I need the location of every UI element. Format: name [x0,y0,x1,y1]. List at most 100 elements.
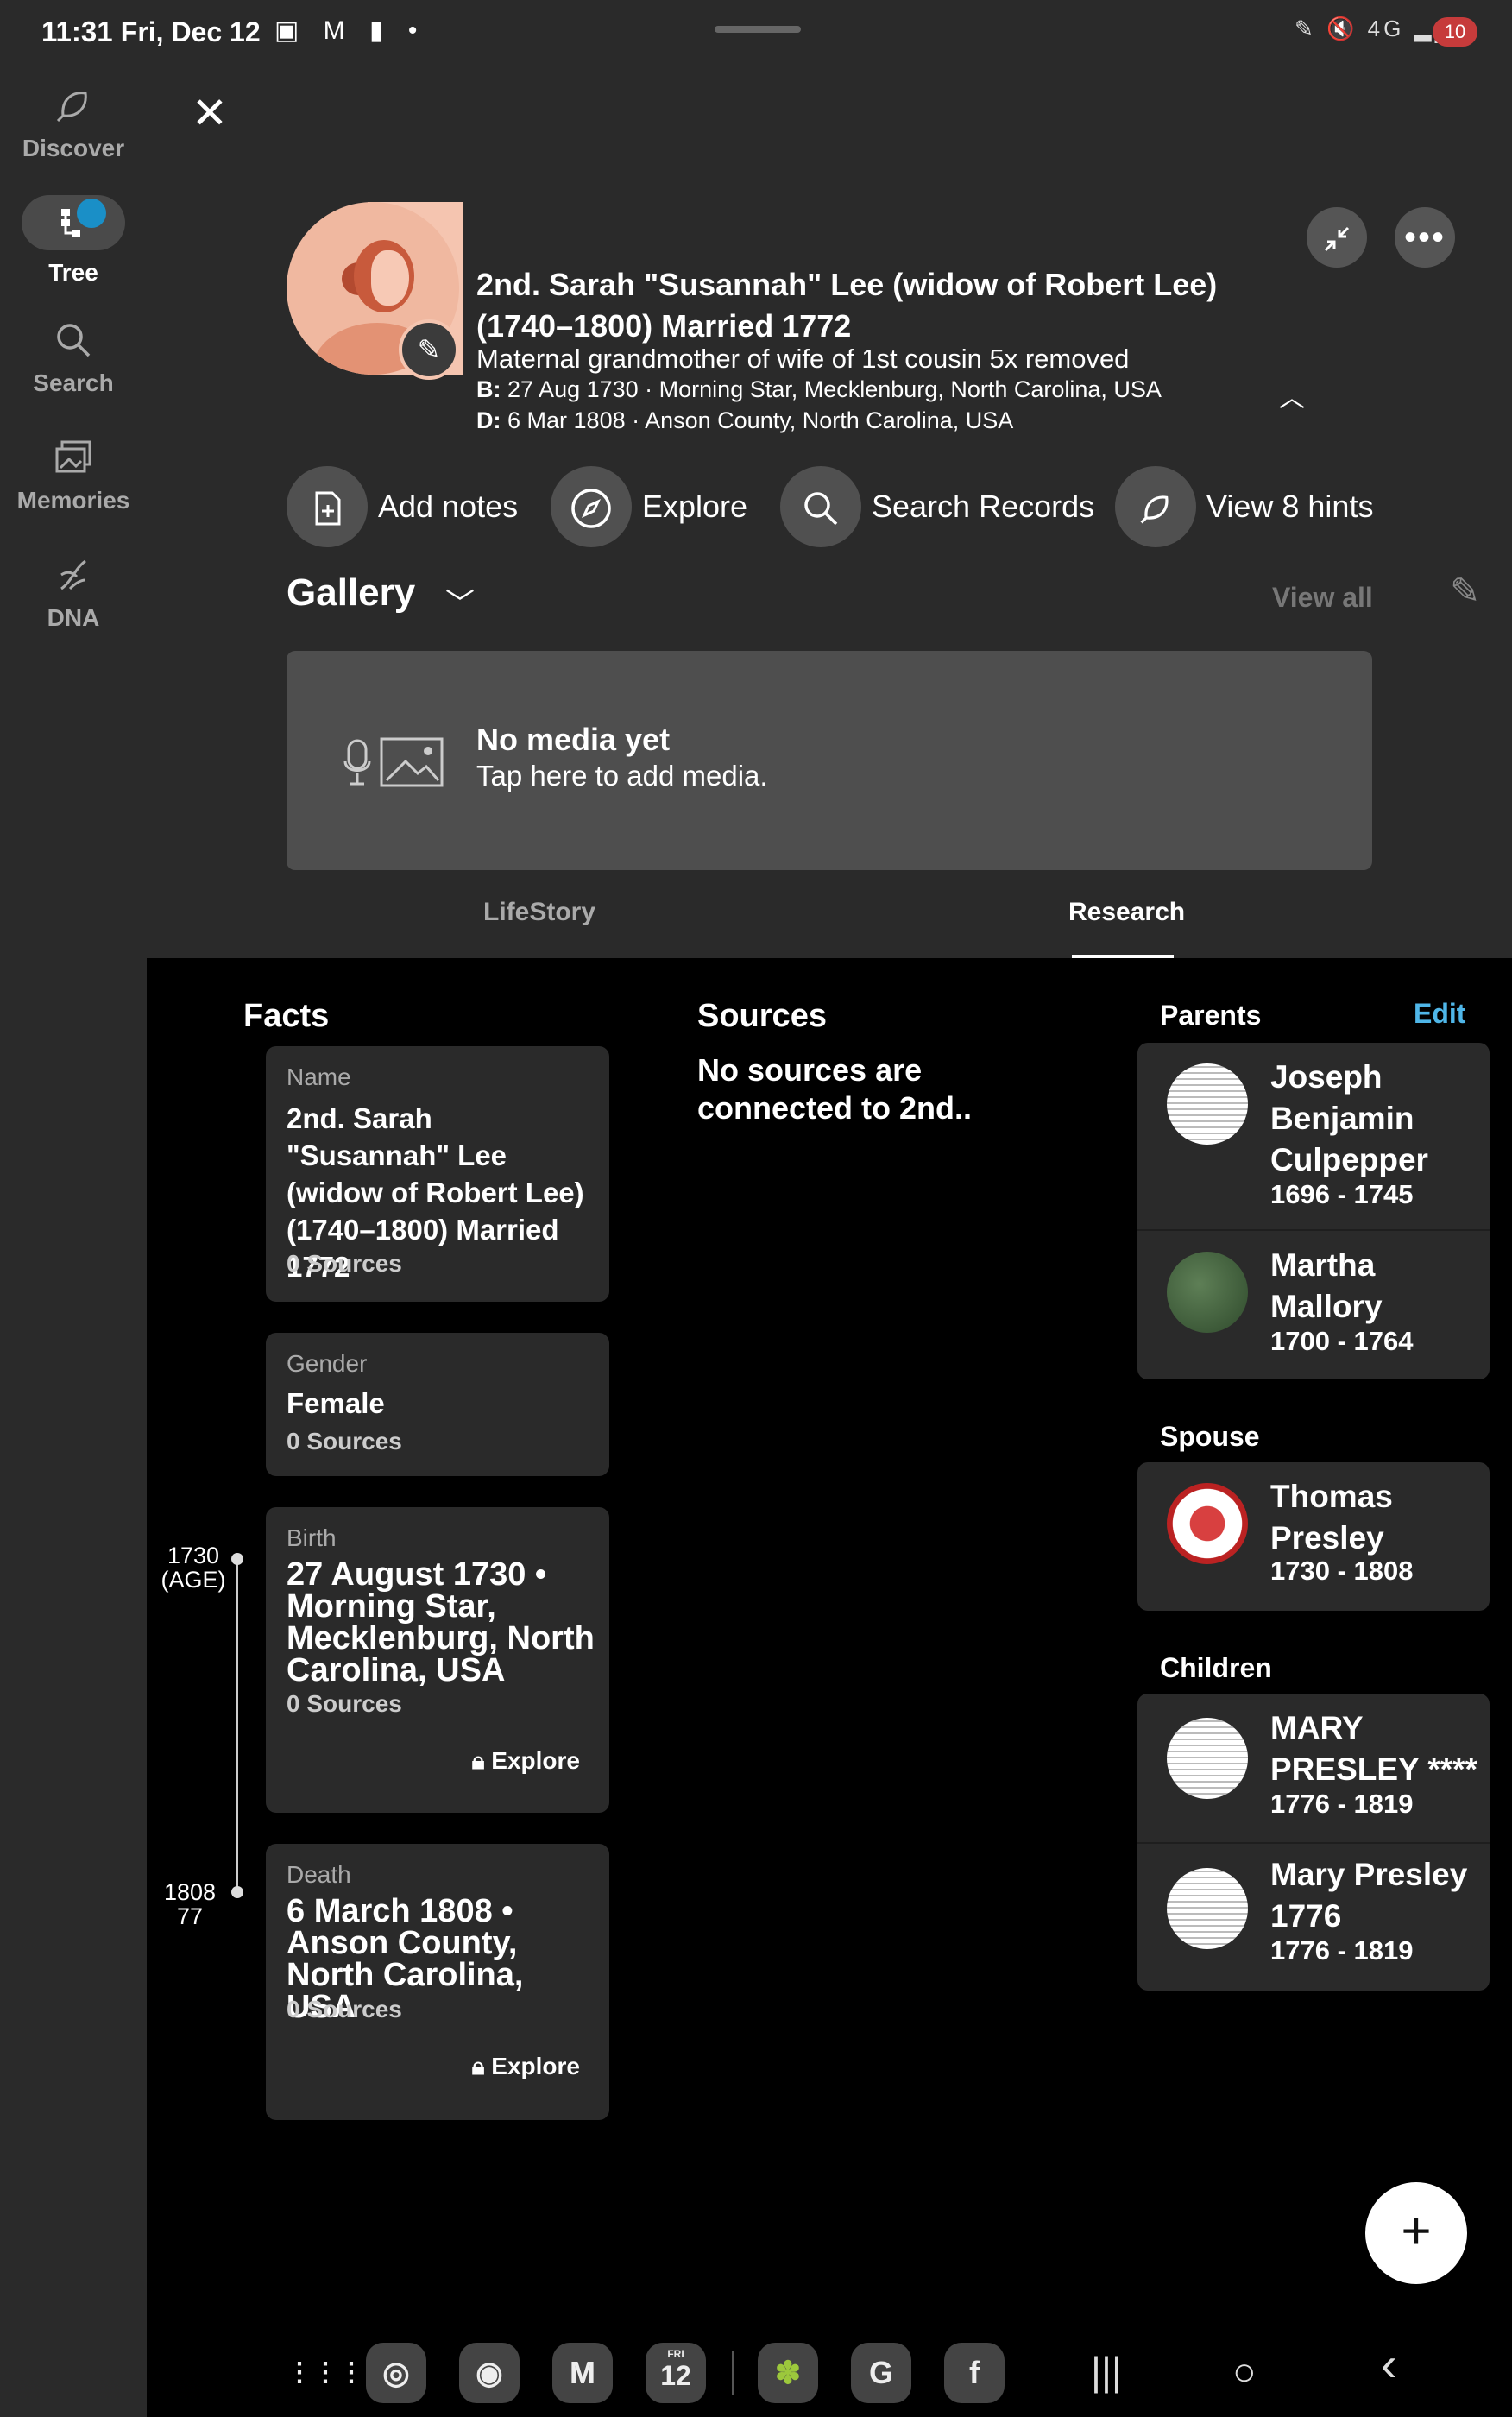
tree-badge-dot [77,199,106,228]
chrome-icon[interactable]: ◎ [366,2343,426,2403]
hint-leaf-icon [1115,466,1196,547]
collapse-button[interactable] [1307,207,1367,268]
edit-family-link[interactable]: Edit [1414,998,1465,1030]
parents-title: Parents [1160,1000,1262,1031]
fact-sources: 0 Sources [287,1428,402,1455]
no-media-subtitle: Tap here to add media. [476,760,768,792]
add-media-area[interactable]: No media yet Tap here to add media. [287,651,1372,870]
view-all-link[interactable]: View all [1272,582,1373,614]
close-button[interactable]: ✕ [192,92,228,135]
dna-icon [53,556,94,597]
left-navigation-rail: Discover Tree Search Memories DNA [0,66,147,2331]
app-drawer-icon[interactable]: ⋮⋮⋮ [287,2343,364,2403]
fact-card-gender[interactable]: Gender Female 0 Sources [266,1333,609,1476]
mother-photo [1167,1252,1248,1333]
person-name: 2nd. Sarah "Susannah" Lee (widow of Robe… [476,267,1218,344]
more-options-button[interactable]: ••• [1395,207,1455,268]
recents-button[interactable]: ||| [1091,2348,1122,2395]
home-button[interactable]: ○ [1232,2348,1257,2395]
child-row[interactable]: MARY PRESLEY **** 1776 - 1819 [1137,1694,1490,1842]
birth-summary: B: 27 Aug 1730 · Morning Star, Mecklenbu… [476,376,1162,402]
relationship-text: Maternal grandmother of wife of 1st cous… [476,344,1130,374]
rail-item-memories[interactable]: Memories [0,439,147,514]
parents-card: Joseph Benjamin Culpepper 1696 - 1745 Ma… [1137,1043,1490,1379]
chevron-down-icon[interactable]: ﹀ [445,580,475,622]
back-button[interactable]: ‹ [1381,2336,1397,2392]
battery-indicator: 10 [1433,17,1477,47]
media-placeholder-icons [338,730,459,802]
fact-label: Birth [287,1524,337,1551]
explore-button[interactable]: Explore [551,466,747,547]
ancestry-app-icon[interactable]: ✽ [758,2343,818,2403]
edit-photo-icon[interactable]: ✎ [399,319,459,380]
person-name: MARY PRESLEY **** [1270,1710,1477,1787]
status-notification-icons: ▣ M ▮ • [274,16,426,45]
spouse-photo [1167,1483,1248,1564]
fact-value: Female [287,1387,385,1419]
add-notes-button[interactable]: Add notes [287,466,518,547]
calendar-icon[interactable]: FRI 12 [646,2343,706,2403]
timeline-line [236,1559,238,1892]
lock-icon: 🔒︎ [471,1747,485,1774]
child-photo [1167,1868,1248,1949]
chevron-up-icon[interactable]: ︿ [1279,376,1305,414]
person-dates: 1730 - 1808 [1270,1556,1414,1586]
add-fab-button[interactable]: + [1365,2182,1467,2284]
person-name: Joseph Benjamin Culpepper [1270,1059,1428,1177]
gmail-icon[interactable]: M [552,2343,613,2403]
facebook-icon[interactable]: f [944,2343,1005,2403]
search-icon [53,321,94,363]
death-explore-button[interactable]: 🔒︎ Explore [472,2053,580,2081]
fact-value: 27 August 1730 • Morning Star, Mecklenbu… [287,1556,595,1688]
father-photo [1167,1063,1248,1145]
timeline-birth-year: 1730 (AGE) [161,1543,226,1593]
view-hints-button[interactable]: View 8 hints [1115,466,1373,547]
google-icon[interactable]: G [851,2343,911,2403]
status-time: 11:31 Fri, Dec 12 [41,16,261,47]
person-name: Mary Presley 1776 [1270,1857,1468,1934]
fact-card-death[interactable]: Death 6 March 1808 • Anson County, North… [266,1844,609,2120]
birth-explore-button[interactable]: 🔒︎ Explore [472,1747,580,1776]
rail-item-dna[interactable]: DNA [0,556,147,632]
tab-lifestory[interactable]: LifeStory [483,898,595,927]
facts-title: Facts [243,998,330,1034]
spouse-card[interactable]: Thomas Presley 1730 - 1808 [1137,1462,1490,1611]
rail-item-tree[interactable]: Tree [0,195,147,287]
pencil-icon[interactable]: ✎ [1450,570,1480,612]
lock-icon: 🔒︎ [471,2053,485,2079]
search-icon [780,466,861,547]
children-card: MARY PRESLEY **** 1776 - 1819 Mary Presl… [1137,1694,1490,1991]
more-dots-icon: ••• [1403,218,1446,256]
collapse-arrows-icon [1322,221,1351,254]
fact-sources: 0 Sources [287,1996,402,2023]
person-dates: 1776 - 1819 [1270,1935,1414,1966]
search-records-button[interactable]: Search Records [780,466,1094,547]
fact-label: Name [287,1063,351,1090]
fact-label: Gender [287,1350,368,1377]
rail-item-discover[interactable]: Discover [0,86,147,162]
dock-separator [732,2351,734,2395]
person-dates: 1700 - 1764 [1270,1326,1414,1356]
tab-research[interactable]: Research [1068,898,1185,927]
fact-card-name[interactable]: Name 2nd. Sarah "Susannah" Lee (widow of… [266,1046,609,1302]
fact-card-birth[interactable]: Birth 27 August 1730 • Morning Star, Mec… [266,1507,609,1813]
timeline-death-year: 1808 77 [163,1879,217,1929]
child-row[interactable]: Mary Presley 1776 1776 - 1819 [1137,1844,1490,1991]
fact-label: Death [287,1861,351,1888]
no-media-title: No media yet [476,722,671,757]
memories-icon [53,439,94,480]
person-name: Thomas Presley [1270,1479,1393,1556]
drag-handle[interactable] [715,26,801,33]
profile-avatar[interactable]: ✎ [287,202,463,380]
tree-pill [22,195,125,250]
gallery-title[interactable]: Gallery [287,571,415,615]
spouse-title: Spouse [1160,1421,1260,1452]
person-dates: 1696 - 1745 [1270,1179,1414,1209]
parent-row-father[interactable]: Joseph Benjamin Culpepper 1696 - 1745 [1137,1043,1490,1229]
camera-icon[interactable]: ◉ [459,2343,520,2403]
rail-item-search[interactable]: Search [0,321,147,397]
fact-sources: 0 Sources [287,1690,402,1717]
add-note-icon [287,466,368,547]
fact-sources: 0 Sources [287,1250,402,1277]
parent-row-mother[interactable]: Martha Mallory 1700 - 1764 [1137,1231,1490,1379]
